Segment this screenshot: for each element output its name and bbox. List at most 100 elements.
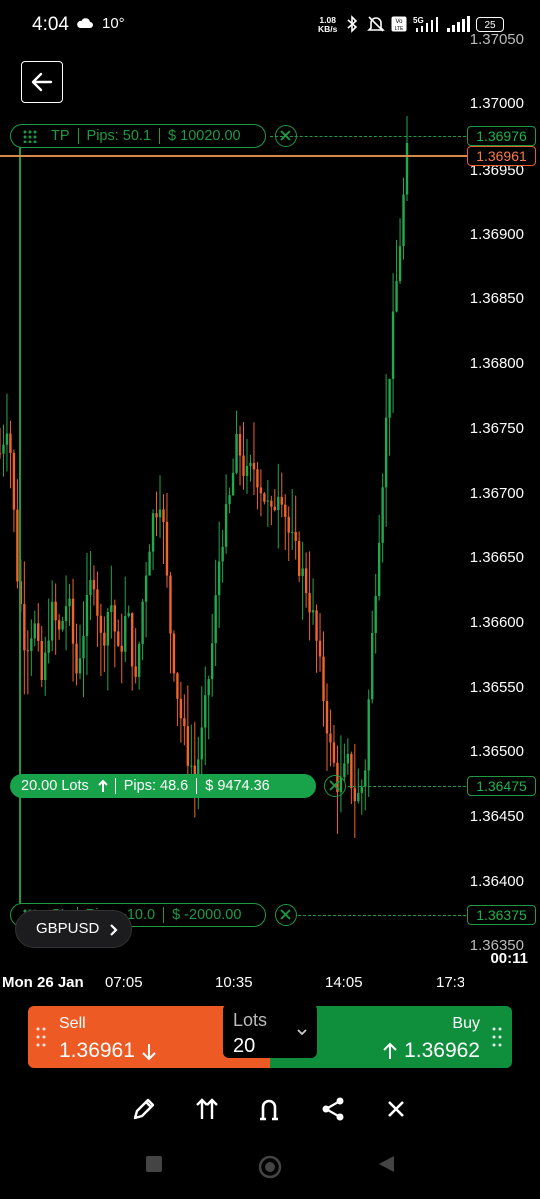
candle-body bbox=[304, 568, 308, 594]
candle-body bbox=[204, 695, 207, 728]
candle-body bbox=[117, 631, 120, 646]
candle-body bbox=[318, 640, 322, 657]
chevron-right-icon bbox=[110, 924, 118, 936]
double-arrow-up-icon[interactable] bbox=[192, 1094, 222, 1124]
candle-body bbox=[47, 640, 50, 653]
signal-5g-icon: 5G bbox=[413, 16, 438, 32]
candle-body bbox=[287, 516, 290, 533]
candle-body bbox=[89, 580, 92, 595]
candle-body bbox=[172, 633, 176, 674]
take-profit-line bbox=[270, 136, 466, 137]
candle-body bbox=[0, 453, 2, 455]
sl-amount: $ -2000.00 bbox=[172, 907, 242, 923]
candle-body bbox=[235, 433, 238, 473]
candle-body bbox=[92, 580, 96, 590]
lots-value[interactable]: 20 bbox=[233, 1035, 255, 1058]
status-time: 4:04 bbox=[32, 14, 69, 35]
candle-body bbox=[179, 698, 183, 719]
candle-body bbox=[78, 658, 82, 674]
back-arrow-icon bbox=[31, 72, 53, 92]
candle-body bbox=[388, 378, 391, 418]
position-amount: $ 9474.36 bbox=[205, 778, 270, 794]
candle-body bbox=[12, 452, 16, 510]
candle-body bbox=[291, 531, 294, 533]
candle-body bbox=[367, 699, 370, 771]
candle-body bbox=[231, 472, 235, 496]
take-profit-pill[interactable]: TP Pips: 50.1 $ 10020.00 bbox=[10, 124, 266, 148]
pencil-icon[interactable] bbox=[129, 1094, 159, 1124]
candle-body bbox=[165, 521, 169, 576]
close-icon[interactable] bbox=[381, 1094, 411, 1124]
svg-text:LTE: LTE bbox=[395, 26, 404, 32]
candle-body bbox=[183, 718, 186, 727]
status-bar: 4:04 10° 1.08 KB/s Vo LTE 5G 25 bbox=[0, 0, 540, 50]
home-icon[interactable] bbox=[258, 1155, 282, 1179]
candlestick-chart[interactable] bbox=[0, 100, 460, 950]
candle-body bbox=[57, 620, 61, 630]
candle-body bbox=[405, 142, 409, 195]
arrow-up-icon bbox=[98, 779, 108, 792]
volte-icon: VoLTE bbox=[391, 16, 407, 32]
price-tick: 1.36700 bbox=[469, 485, 524, 502]
candle-body bbox=[9, 433, 12, 453]
drag-handle-icon bbox=[23, 130, 37, 143]
candle-body bbox=[44, 652, 47, 680]
symbol-selector[interactable]: GBPUSD bbox=[15, 910, 132, 948]
position-line bbox=[348, 786, 466, 787]
candle-body bbox=[350, 753, 353, 789]
drag-handle-icon bbox=[492, 1027, 502, 1047]
candle-body bbox=[381, 487, 384, 543]
price-tick: 1.36800 bbox=[469, 355, 524, 372]
buy-price: 1.36962 bbox=[404, 1039, 480, 1062]
magnet-icon[interactable] bbox=[254, 1094, 284, 1124]
candle-body bbox=[325, 700, 329, 734]
time-tick: 07:05 bbox=[105, 974, 143, 991]
candle-body bbox=[353, 788, 357, 802]
lots-selector[interactable]: Lots 20 bbox=[223, 1004, 317, 1058]
candle-body bbox=[5, 433, 9, 445]
candle-body bbox=[26, 650, 30, 652]
candle-body bbox=[329, 733, 332, 743]
candle-body bbox=[263, 493, 266, 502]
svg-text:5G: 5G bbox=[413, 16, 424, 25]
candle-body bbox=[301, 568, 304, 576]
sell-label: Sell bbox=[59, 1015, 86, 1032]
time-tick: 14:05 bbox=[325, 974, 363, 991]
tp-close-button[interactable] bbox=[275, 125, 297, 147]
candle-body bbox=[148, 551, 151, 576]
candle-body bbox=[311, 610, 315, 613]
candle-body bbox=[377, 542, 381, 597]
candle-body bbox=[242, 455, 245, 476]
cloud-icon bbox=[77, 18, 93, 28]
back-button[interactable] bbox=[21, 61, 63, 103]
tp-price-tag: 1.36976 bbox=[467, 126, 536, 146]
time-tick: 10:35 bbox=[215, 974, 253, 991]
sl-price-tag: 1.36375 bbox=[467, 905, 536, 925]
candle-body bbox=[82, 636, 85, 659]
sl-close-button[interactable] bbox=[275, 904, 297, 926]
recent-apps-icon[interactable] bbox=[144, 1154, 164, 1174]
candle-body bbox=[30, 638, 33, 651]
candle-body bbox=[266, 500, 270, 502]
back-nav-icon[interactable] bbox=[376, 1154, 396, 1174]
tp-label: TP bbox=[51, 128, 70, 144]
candle-body bbox=[144, 575, 148, 602]
sell-price: 1.36961 bbox=[59, 1039, 135, 1062]
candle-body bbox=[33, 623, 36, 639]
candle-body bbox=[176, 673, 179, 699]
close-circle-icon bbox=[280, 909, 291, 920]
position-pips: Pips: 48.6 bbox=[123, 778, 189, 794]
candle-body bbox=[259, 487, 263, 494]
candle-body bbox=[228, 495, 231, 505]
candle-body bbox=[130, 613, 134, 667]
candle-body bbox=[346, 753, 350, 764]
battery-indicator: 25 bbox=[476, 17, 504, 32]
candle-body bbox=[162, 509, 165, 522]
candle-body bbox=[137, 644, 141, 677]
candle-body bbox=[374, 596, 377, 633]
position-close-button[interactable] bbox=[324, 775, 346, 797]
status-temperature: 10° bbox=[102, 15, 125, 32]
drag-handle-icon bbox=[36, 1027, 46, 1047]
position-pill[interactable]: 20.00 Lots Pips: 48.6 $ 9474.36 bbox=[10, 774, 316, 798]
share-icon[interactable] bbox=[318, 1094, 348, 1124]
